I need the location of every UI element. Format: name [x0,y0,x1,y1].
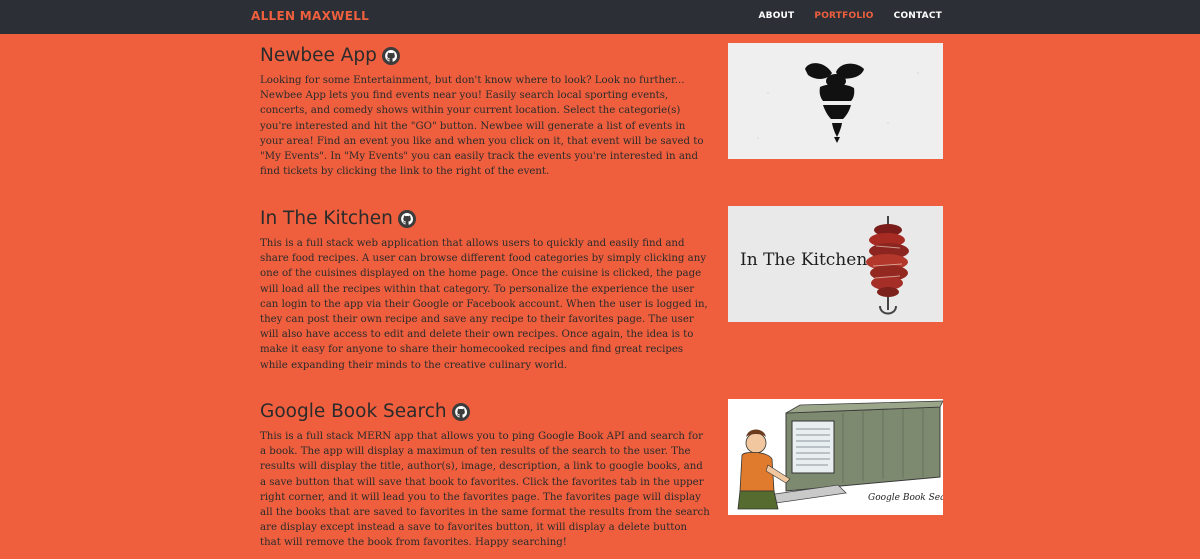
project-thumbnail-newbee[interactable] [728,43,943,159]
project-thumbnail-in-the-kitchen[interactable]: In The Kitchen [728,206,943,322]
navbar: ALLEN MAXWELL ABOUT PORTFOLIO CONTACT [0,0,1200,34]
project-description: This is a full stack MERN app that allow… [260,431,710,549]
project-in-the-kitchen: In The Kitchen This is a full stack web … [260,206,944,376]
project-description: Looking for some Entertainment, but don'… [260,75,704,178]
bee-logo-image [728,43,943,159]
project-title: In The Kitchen [260,207,393,229]
github-icon[interactable] [451,403,470,421]
project-title: Google Book Search [260,400,447,422]
project-title: Newbee App [260,44,377,66]
project-google-book-search: Google Book Search This is a full stack … [260,399,944,559]
brand-link[interactable]: ALLEN MAXWELL [251,9,369,23]
project-thumbnail-google-book-search[interactable]: Google Book Search [728,399,943,515]
book-search-cartoon-image: Google Book Search [728,399,943,515]
nav-links: ABOUT PORTFOLIO CONTACT [758,11,942,21]
kitchen-image-caption: In The Kitchen [740,250,867,270]
github-icon[interactable] [381,47,400,65]
nav-link-about[interactable]: ABOUT [758,11,794,21]
nav-link-contact[interactable]: CONTACT [894,11,942,21]
project-description: This is a full stack web application tha… [260,238,708,371]
kitchen-skewer-image: In The Kitchen [728,206,943,322]
project-newbee: Newbee App Looking for some Entertainmen… [260,43,944,183]
github-icon[interactable] [397,210,416,228]
book-search-image-caption: Google Book Search [868,493,943,503]
nav-link-portfolio[interactable]: PORTFOLIO [814,11,873,21]
